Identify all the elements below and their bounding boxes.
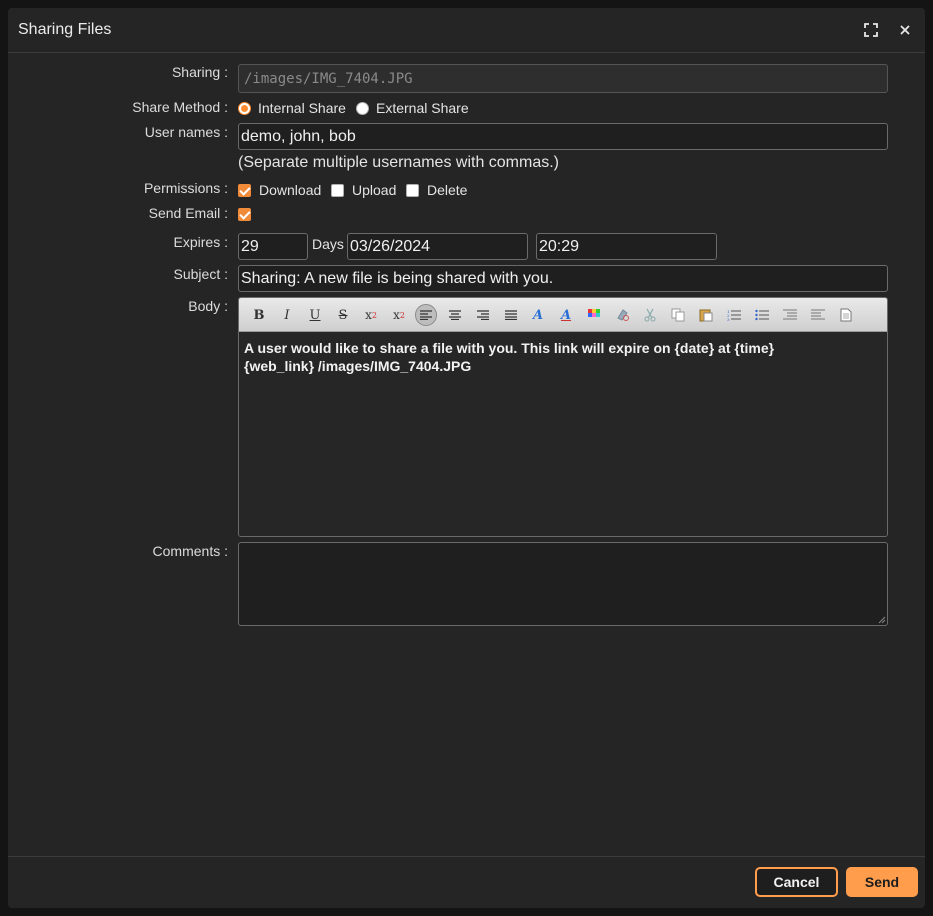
external-share-label: External Share [376,100,469,116]
outdent-icon[interactable] [779,304,801,326]
sharing-path-field: /images/IMG_7404.JPG [238,64,888,93]
underline-icon[interactable]: U [304,304,326,326]
checkbox-unchecked-icon[interactable] [406,183,419,197]
italic-icon[interactable]: I [276,304,298,326]
external-share-radio[interactable]: External Share [356,100,469,116]
expires-label: Expires : [173,234,228,250]
user-names-hint: (Separate multiple usernames with commas… [238,154,560,171]
indent-icon[interactable] [807,304,829,326]
body-editor: B I U S x2 x2 A A 1 2 3 A user would lik… [238,297,888,537]
align-justify-icon[interactable] [500,304,522,326]
paste-icon[interactable] [695,304,717,326]
sharing-dialog: Sharing Files Sharing : /images/IMG_7404… [8,8,925,908]
unordered-list-icon[interactable] [751,304,773,326]
user-names-input[interactable]: demo, john, bob [238,123,888,150]
radio-unselected-icon[interactable] [356,101,369,115]
superscript-icon[interactable]: x2 [388,304,410,326]
cancel-button[interactable]: Cancel [755,867,838,897]
permissions-label: Permissions : [143,180,228,196]
comments-textarea[interactable] [238,542,888,626]
bold-icon[interactable]: B [248,304,270,326]
copy-icon[interactable] [667,304,689,326]
subscript-icon[interactable]: x2 [360,304,382,326]
font-color-icon[interactable]: A [527,304,549,326]
svg-text:3: 3 [727,317,730,321]
subject-input[interactable]: Sharing: A new file is being shared with… [238,265,888,292]
send-email-checkbox[interactable] [238,208,259,221]
align-right-icon[interactable] [472,304,494,326]
checkbox-checked-icon[interactable] [238,208,251,221]
dialog-title: Sharing Files [18,21,112,38]
download-label: Download [259,182,322,198]
upload-label: Upload [352,182,397,198]
expires-date-input[interactable]: 03/26/2024 [347,233,528,260]
strikethrough-icon[interactable]: S [332,304,354,326]
align-center-icon[interactable] [444,304,466,326]
remove-format-icon[interactable] [612,304,634,326]
highlight-color-icon[interactable]: A [555,304,577,326]
days-label: Days [312,236,344,252]
body-line-1: A user would like to share a file with y… [244,340,775,356]
body-label: Body : [188,298,228,314]
body-content[interactable]: A user would like to share a file with y… [239,332,887,536]
sharing-label: Sharing : [171,64,228,80]
resize-grip-icon[interactable] [878,616,886,624]
ordered-list-icon[interactable]: 123 [723,304,745,326]
body-line-2: {web_link} /images/IMG_7404.JPG [244,358,472,374]
align-left-icon[interactable] [415,304,437,326]
internal-share-radio[interactable]: Internal Share [238,100,346,116]
checkbox-unchecked-icon[interactable] [331,183,344,197]
send-button[interactable]: Send [846,867,918,897]
permission-download[interactable]: Download [238,182,321,198]
comments-label: Comments : [152,543,228,559]
user-names-label: User names : [144,124,228,140]
send-email-label: Send Email : [148,205,228,221]
radio-selected-icon[interactable] [238,101,251,115]
permission-upload[interactable]: Upload [331,182,396,198]
source-icon[interactable] [835,304,857,326]
editor-toolbar: B I U S x2 x2 A A 1 2 3 [239,298,887,332]
permission-delete[interactable]: Delete [406,182,467,198]
close-icon[interactable] [895,20,915,40]
cut-icon[interactable] [639,304,661,326]
internal-share-label: Internal Share [258,100,346,116]
dialog-footer: Cancel Send [8,856,925,908]
subject-label: Subject : [173,266,228,282]
expires-days-input[interactable]: 29 [238,233,308,260]
delete-label: Delete [427,182,468,198]
color-palette-icon[interactable] [583,304,605,326]
share-method-label: Share Method : [132,99,228,115]
maximize-icon[interactable] [861,20,881,40]
dialog-titlebar: Sharing Files [8,8,925,53]
checkbox-checked-icon[interactable] [238,183,251,197]
expires-time-input[interactable]: 20:29 [536,233,717,260]
